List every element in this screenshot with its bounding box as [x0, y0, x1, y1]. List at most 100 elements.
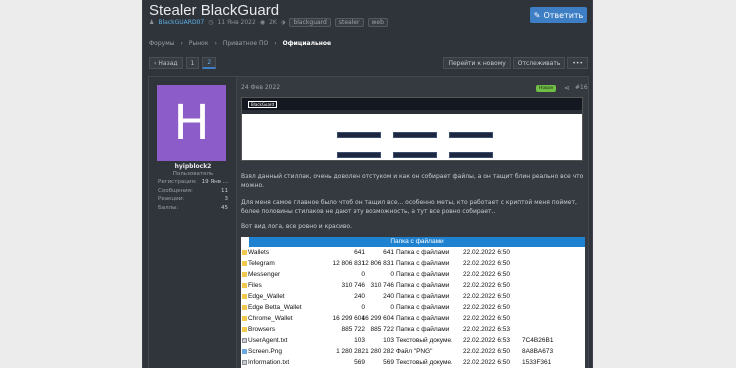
tag-web[interactable]: web	[367, 18, 388, 27]
screenshot-tabline	[242, 110, 582, 114]
file-type: Папка с файлами	[396, 260, 450, 267]
file-name: Files	[248, 282, 262, 289]
file-type: Папка с файлами	[396, 282, 450, 289]
breadcrumb-separator: ›	[180, 40, 183, 47]
file-size-packed: 641	[383, 249, 394, 256]
explorer-row: Screen.Png 1 280 282 1 280 282 Файл "PNG" 22…	[241, 346, 585, 357]
page-2-button[interactable]: 2	[202, 57, 217, 69]
tag-blackguard[interactable]: blackguard	[289, 18, 331, 27]
explorer-row: Chrome_Wallet 16 299 604 16 299 604 Папка с…	[241, 313, 585, 324]
thread-meta: ♟ BlackGUARD07 ◷ 11 Янв 2022 ◉ 2K ⬗ blac…	[149, 18, 388, 27]
file-name: Wallets	[248, 249, 270, 256]
folder-icon	[242, 294, 247, 299]
eye-icon: ◉	[259, 19, 266, 26]
pager-back-label: Назад	[158, 59, 178, 67]
file-date: 22.02.2022 6:50	[463, 348, 510, 355]
tag-stealer[interactable]: stealer	[334, 18, 364, 27]
file-size-packed: 1 280 282	[365, 348, 394, 355]
file-type: Папка с файлами	[396, 271, 450, 278]
file-crc: 1533F361	[522, 359, 552, 366]
post-user-panel: H hyipblock2 Пользователь Регистрация: 19…	[149, 77, 237, 368]
file-type: Файл "PNG"	[396, 348, 433, 355]
breadcrumb-private-software[interactable]: Приватное ПО	[223, 40, 268, 47]
explorer-row: Browsers 885 722 885 722 Папка с файлами 22.…	[241, 324, 585, 335]
file-icon	[242, 360, 247, 365]
share-icon[interactable]: ⋖	[564, 84, 570, 92]
file-type: Папка с файлами	[396, 326, 450, 333]
file-name: Screen.Png	[248, 348, 282, 355]
stat-value: 11	[221, 187, 228, 194]
thread-views: 2K	[269, 19, 277, 26]
goto-new-button[interactable]: Перейти к новому	[443, 57, 511, 69]
thread-page: Stealer BlackGuard ✎ Ответить ♟ BlackGUA…	[142, 0, 593, 368]
explorer-row: Messenger 0 0 Папка с файлами 22.02.2022 6:5…	[241, 269, 585, 280]
file-size-packed: 0	[390, 304, 394, 311]
file-date: 22.02.2022 6:50	[463, 293, 510, 300]
file-name: Information.txt	[248, 359, 290, 366]
embedded-screenshot[interactable]: BlackGuard	[241, 97, 583, 161]
explorer-row: UserAgent.txt 103 103 Текстовый докуме... 22…	[241, 335, 585, 346]
file-explorer-screenshot[interactable]: Папка с файлами Wallets 641 641 Папка с фай…	[241, 237, 585, 368]
page-1-button[interactable]: 1	[185, 57, 200, 69]
stat-value: 19 Янв ...	[201, 179, 228, 185]
file-date: 22.02.2022 6:50	[463, 249, 510, 256]
explorer-row: Edge Betta_Wallet 0 0 Папка с файлами 22.02.…	[241, 302, 585, 313]
file-name: Chrome_Wallet	[248, 315, 293, 322]
file-type: Папка с файлами	[396, 315, 450, 322]
screenshot-button	[337, 152, 381, 158]
avatar[interactable]: H	[157, 85, 226, 161]
breadcrumb: Форумы › Рынок › Приватное ПО › Официаль…	[149, 40, 331, 47]
clock-icon: ◷	[208, 19, 214, 26]
breadcrumb-forums[interactable]: Форумы	[149, 40, 174, 47]
new-badge: Новое	[536, 85, 557, 92]
more-menu-button[interactable]: •••	[567, 57, 588, 69]
folder-icon	[242, 305, 247, 310]
screenshot-buttons	[337, 132, 493, 158]
explorer-row: Edge_Wallet 240 240 Папка с файлами 22.02.20…	[241, 291, 585, 302]
breadcrumb-separator: ›	[274, 40, 277, 47]
file-type: Папка с файлами	[396, 304, 450, 311]
post-number-link[interactable]: #16	[575, 84, 588, 91]
post-date-link[interactable]: 24 Фев 2022	[241, 84, 280, 91]
username-link[interactable]: hyipblock2	[149, 163, 237, 170]
reply-button[interactable]: ✎ Ответить	[530, 7, 587, 23]
file-size-packed: 240	[383, 293, 394, 300]
screenshot-button	[449, 152, 493, 158]
explorer-row: Telegram 12 806 831 12 806 831 Папка с файл…	[241, 258, 585, 269]
screenshot-button	[393, 132, 437, 138]
pagination: ‹ Назад 1 2	[149, 57, 217, 69]
stat-label: Баллы:	[158, 204, 179, 211]
breadcrumb-separator: ›	[214, 40, 217, 47]
folder-icon	[242, 272, 247, 277]
pager-back-button[interactable]: ‹ Назад	[149, 57, 183, 69]
post-paragraph-3: Вот вид лога, все ровно и красиво.	[241, 223, 353, 230]
explorer-rows: Wallets 641 641 Папка с файлами 22.02.2022 6…	[241, 247, 585, 368]
user-role: Пользователь	[172, 171, 214, 177]
file-crc: 7C4B26B1	[522, 337, 554, 344]
file-date: 22.02.2022 6:50	[463, 315, 510, 322]
folder-icon	[242, 261, 247, 266]
thread-tools: Перейти к новому Отслеживать •••	[443, 57, 588, 69]
screenshot-button	[337, 132, 381, 138]
stat-row: Регистрация: 19 Янв ...	[158, 179, 228, 188]
tag-icon: ⬗	[280, 19, 286, 26]
file-size-packed: 103	[383, 337, 394, 344]
screenshot-button	[393, 152, 437, 158]
watch-button[interactable]: Отслеживать	[512, 57, 566, 69]
file-date: 22.02.2022 6:53	[463, 337, 510, 344]
file-name: Telegram	[248, 260, 275, 267]
reply-button-label: Ответить	[543, 10, 584, 20]
thread-author-link[interactable]: BlackGUARD07	[158, 19, 204, 26]
screenshot-button	[449, 132, 493, 138]
file-size-packed: 0	[390, 271, 394, 278]
folder-icon	[242, 250, 247, 255]
file-name: Edge_Wallet	[248, 293, 285, 300]
file-date: 22.02.2022 6:50	[463, 282, 510, 289]
breadcrumb-official[interactable]: Официальное	[283, 40, 331, 47]
file-size-packed: 569	[383, 359, 394, 366]
stat-label: Реакции:	[158, 196, 185, 202]
post-paragraph-1: Взял данный стиллак, очень доволен отсту…	[241, 173, 584, 189]
breadcrumb-market[interactable]: Рынок	[189, 40, 209, 47]
thread-title: Stealer BlackGuard	[149, 2, 280, 19]
screenshot-topbar: BlackGuard	[242, 98, 582, 110]
